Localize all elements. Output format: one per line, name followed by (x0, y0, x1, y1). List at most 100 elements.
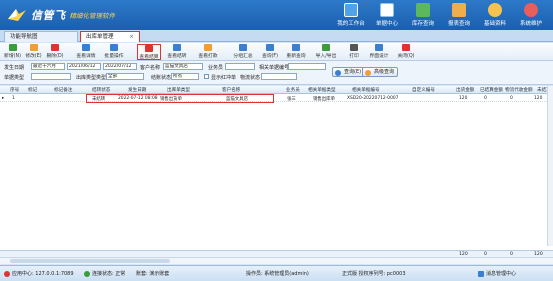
ui-design-button[interactable]: 界面设计 (367, 44, 391, 60)
source-no-label: 相关单据编号 (259, 65, 290, 71)
topnav-label: 基础资料 (483, 21, 506, 27)
bill-type-input[interactable] (31, 73, 71, 80)
view-settlement-button[interactable]: 查看结算 (137, 44, 161, 60)
col-header[interactable]: 业务员 (286, 87, 300, 93)
topnav-label: 我的工作台 (337, 21, 365, 27)
col-header[interactable]: 出库单类型 (167, 87, 190, 93)
batch-button[interactable]: 批量操作 (102, 44, 126, 60)
topnav-workbench[interactable]: 我的工作台 (333, 3, 369, 27)
grid-header: 序号 标记 标记备注 结转状态 发生日期 出库单类型 客户名称 业务员 相关单据… (0, 86, 553, 94)
query-toolbar-button[interactable]: 查询(F) (260, 44, 280, 60)
tab-navigation[interactable]: 功能导航图 (4, 31, 78, 42)
col-header[interactable]: 物流代收金额 (505, 87, 533, 93)
operator-status: 操作员: 系统管理员(admin) (246, 271, 309, 277)
connection-icon (84, 270, 90, 277)
bill-type-label: 单据类型 (4, 75, 25, 81)
add-icon (8, 44, 17, 51)
logistics-select[interactable] (261, 73, 297, 80)
design-icon (375, 44, 383, 51)
topnav-label: 单据中心 (375, 21, 398, 27)
toolbar: 新增(N) 修改(E) 删除(D) 查看详情 批量操作 查看结算 查看结转 查看… (0, 43, 553, 61)
col-header[interactable]: 结转状态 (92, 87, 110, 93)
table-row[interactable]: ▸ 1 未结转 2022-07-12 08:08 销售出货单 蓝猫文具店 张三 … (0, 95, 553, 102)
settle-icon (145, 45, 153, 52)
col-header[interactable]: 客户名称 (222, 87, 240, 93)
view-transfer-button[interactable]: 查看结转 (165, 44, 189, 60)
date-from-input[interactable]: 2021/06/12 (67, 63, 101, 70)
view-icon (82, 44, 90, 51)
settle-status-select[interactable]: 所有 (171, 73, 199, 80)
group-summary-button[interactable]: 分组汇总 (231, 44, 255, 60)
col-header[interactable]: 标记备注 (54, 87, 72, 93)
delete-icon (51, 44, 59, 51)
staff-input[interactable] (225, 63, 255, 70)
col-header[interactable]: 自定义编号 (412, 87, 435, 93)
monitor-icon (344, 3, 358, 17)
tab-outbound-management[interactable]: 出库单管理 × (80, 31, 140, 42)
topnav-stock[interactable]: 库存查询 (405, 3, 441, 27)
edit-icon (29, 44, 38, 51)
totals-row: 120 0 0 120 (0, 250, 553, 257)
row-highlight (86, 94, 274, 103)
app-slogan: 精细化管理软件 (69, 12, 116, 20)
outbound-type-label: 出库类型类型 (76, 75, 107, 81)
show-red-label: 显示红冲单 (211, 75, 237, 81)
topnav-system[interactable]: 系统维护 (513, 3, 549, 27)
version-status: 正式版 授权序列号: pc0003 (342, 271, 406, 277)
col-header[interactable]: 出货金额 (456, 87, 474, 93)
vertical-scrollbar[interactable] (547, 86, 553, 246)
topnav-label: 系统维护 (519, 21, 542, 27)
row-pointer-icon: ▸ (2, 96, 5, 101)
outbound-grid: 序号 标记 标记备注 结转状态 发生日期 出库单类型 客户名称 业务员 相关单据… (0, 86, 553, 256)
logo-mark-icon (8, 9, 26, 21)
account-status: 账套: 演示账套 (136, 271, 170, 277)
connection-status: 连接状态: 正常 (84, 270, 125, 277)
topnav-documents[interactable]: 单据中心 (369, 3, 405, 27)
staff-label: 业务员 (208, 65, 224, 71)
settle-status-label: 结账状态 (151, 75, 172, 81)
add-button[interactable]: 新增(N) (3, 44, 22, 60)
topnav-label: 库存查询 (411, 21, 434, 27)
source-no-input[interactable] (288, 63, 326, 70)
tab-close-icon[interactable]: × (129, 34, 134, 40)
edit-button[interactable]: 修改(E) (24, 44, 43, 60)
title-bar: 信管飞 精细化管理软件 我的工作台 单据中心 库存查询 报表查询 基础资料 系统… (0, 0, 553, 30)
topnav-basic-data[interactable]: 基础资料 (477, 3, 513, 27)
search-icon (266, 44, 274, 51)
col-header[interactable]: 发生日期 (128, 87, 146, 93)
import-export-button[interactable]: 导入/导出 (313, 44, 339, 60)
requery-button[interactable]: 重新查询 (284, 44, 308, 60)
customer-input[interactable]: 蓝猫文具店 (163, 63, 203, 70)
topnav-label: 报表查询 (447, 21, 470, 27)
status-bar: 应用中心: 127.0.0.1:7089 连接状态: 正常 账套: 演示账套 操… (0, 265, 553, 281)
close-button[interactable]: 关闭(Q) (396, 44, 416, 60)
message-icon (478, 270, 484, 277)
advanced-query-button[interactable]: 高级查询 (362, 67, 399, 77)
show-red-checkbox[interactable] (204, 74, 209, 79)
app-center-icon (4, 270, 10, 277)
col-header[interactable]: 相关单据类型 (308, 87, 336, 93)
view-detail-button[interactable]: 查看详情 (74, 44, 98, 60)
print-button[interactable]: 打印 (346, 44, 362, 60)
outbound-type-select[interactable]: 全部 (106, 73, 144, 80)
date-to-input[interactable]: 2022/07/12 (103, 63, 137, 70)
refresh-icon (292, 44, 300, 51)
col-header[interactable]: 序号 (10, 87, 19, 93)
delete-button[interactable]: 删除(D) (45, 44, 65, 60)
app-brand: 信管飞 (31, 9, 66, 22)
date-label: 发生日期 (4, 65, 25, 71)
scroll-thumb[interactable] (10, 259, 170, 263)
col-header[interactable]: 标记 (28, 87, 37, 93)
col-header[interactable]: 相关单据编号 (352, 87, 380, 93)
batch-icon (110, 44, 118, 51)
view-payment-button[interactable]: 查看打款 (196, 44, 220, 60)
query-button[interactable]: 查询(E) (332, 67, 366, 77)
group-icon (239, 44, 247, 51)
col-header[interactable]: 已结算金额 (480, 87, 503, 93)
message-center-link[interactable]: 消息管理中心 (478, 270, 516, 277)
date-range-select[interactable]: 最近十六月 (31, 63, 65, 70)
logistics-label: 物流状态 (240, 75, 261, 81)
horizontal-scrollbar[interactable] (0, 257, 553, 264)
topnav-reports[interactable]: 报表查询 (441, 3, 477, 27)
close-icon (402, 44, 410, 51)
